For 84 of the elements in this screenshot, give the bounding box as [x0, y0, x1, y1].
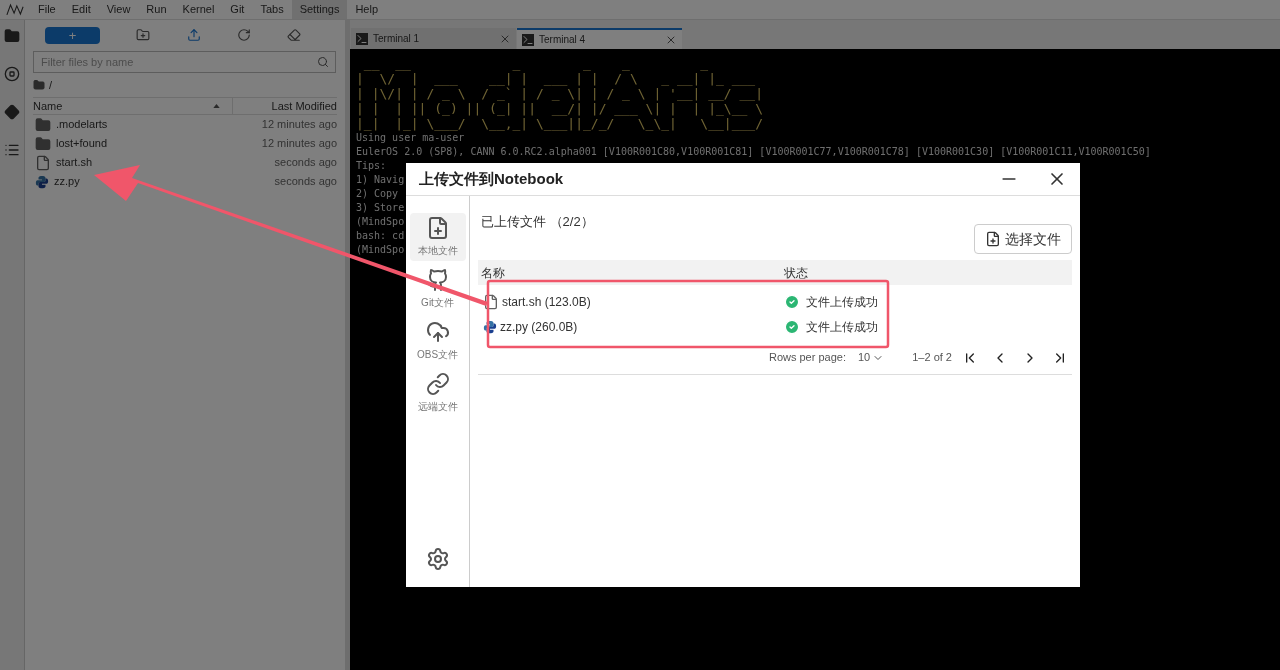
- file-modified: seconds ago: [274, 155, 337, 171]
- terminal-line: 3) Store: [356, 201, 405, 215]
- choose-file-button[interactable]: 选择文件: [974, 224, 1072, 254]
- file-modified: seconds ago: [274, 174, 337, 190]
- eraser-icon[interactable]: [287, 28, 301, 42]
- menu-item[interactable]: Settings: [291, 0, 348, 19]
- terminal-icon: [522, 33, 534, 46]
- column-header: 状态: [784, 264, 808, 282]
- column-header[interactable]: Last Modified: [232, 97, 337, 115]
- source-label: 本地文件: [417, 244, 458, 258]
- menu-item[interactable]: Help: [347, 0, 387, 19]
- terminal-line: (MindSpo: [356, 215, 405, 229]
- folder-icon: [35, 135, 51, 152]
- refresh-icon[interactable]: [236, 28, 251, 42]
- menu-item[interactable]: Git: [222, 0, 253, 19]
- source-tab[interactable]: 本地文件: [409, 213, 466, 261]
- source-label: 远端文件: [417, 400, 458, 414]
- link-icon: [425, 372, 450, 396]
- tab-label: Terminal 1: [373, 32, 421, 46]
- terminal-line: EulerOS 2.0 (SP8), CANN 6.0.RC2.alpha001 [V100R001C80,V100R001C81] [V100R001C77,V100R001C78] [V100R001C30] [V100R001C11,V100R001C50]: [356, 145, 1151, 159]
- file-icon: [35, 154, 51, 171]
- terminal-line: bash: cd: [356, 229, 405, 243]
- terminal-line: Tips:: [356, 159, 387, 173]
- menu-item[interactable]: Kernel: [174, 0, 223, 19]
- file-row[interactable]: .modelarts 12 minutes ago: [33, 115, 337, 134]
- file-icon: [483, 293, 499, 310]
- source-tab[interactable]: OBS文件: [409, 317, 466, 365]
- terminal-tab[interactable]: Terminal 1: [351, 28, 516, 49]
- folder-icon: [35, 116, 51, 133]
- column-header: 名称: [481, 264, 506, 282]
- terminal-icon: [356, 32, 368, 45]
- menu-item[interactable]: File: [30, 0, 64, 19]
- menu-item[interactable]: Run: [138, 0, 175, 19]
- file-name: start.sh: [56, 155, 94, 171]
- file-plus-icon: [985, 231, 1001, 247]
- new-folder-icon[interactable]: [136, 28, 151, 42]
- terminal-line: 1) Navig: [356, 173, 405, 187]
- stop-circle-icon[interactable]: [4, 66, 20, 82]
- settings-icon[interactable]: [425, 547, 450, 571]
- dialog-title: 上传文件到Notebook: [419, 168, 565, 189]
- terminal-line: Using user ma-user: [356, 131, 465, 145]
- column-header[interactable]: Name: [33, 97, 213, 115]
- menu-item[interactable]: Tabs: [252, 0, 292, 19]
- source-label: Git文件: [421, 296, 454, 310]
- file-row[interactable]: zz.py seconds ago: [33, 172, 337, 191]
- terminal-line: 2) Copy: [356, 187, 399, 201]
- rows-per-page-select[interactable]: 10: [858, 349, 885, 366]
- source-label: OBS文件: [416, 348, 459, 362]
- sort-ascending-icon[interactable]: [213, 104, 220, 108]
- tab-label: Terminal 4: [539, 33, 587, 47]
- page-range: 1–2 of 2: [912, 350, 952, 366]
- file-name: lost+found: [56, 136, 109, 152]
- breadcrumb-path[interactable]: /: [49, 76, 53, 94]
- file-name: .modelarts: [56, 117, 109, 133]
- ascii-art-text: __ __ _ _ _ _ | \/ | ___ __| | ___ | | / \ _ __| |_ ___ | |\/| | / _ \ / _` | / _ \| | / _ \ | '__| __/ __| | | | || (_) || (_| || __/| |/ ___ \| | | |_\__ \ |_| |_| \___/ \__,_| \___||_/_/ \_\_| \__|___/: [356, 56, 763, 131]
- file-modified: 12 minutes ago: [261, 136, 337, 152]
- file-modified: 12 minutes ago: [261, 117, 337, 133]
- terminal-tab[interactable]: Terminal 4: [517, 28, 682, 49]
- search-icon: [317, 56, 329, 68]
- menu-item[interactable]: Edit: [63, 0, 99, 19]
- source-tab[interactable]: 远端文件: [409, 369, 466, 417]
- diamond-icon[interactable]: [4, 104, 20, 120]
- python-icon: [483, 319, 497, 334]
- success-icon: [784, 318, 800, 335]
- cloud-upload-icon: [425, 320, 450, 344]
- file-row[interactable]: start.sh seconds ago: [33, 153, 337, 172]
- uploaded-heading: 已上传文件 （2/2）: [480, 213, 594, 231]
- menu-item[interactable]: View: [98, 0, 139, 19]
- file-row[interactable]: lost+found 12 minutes ago: [33, 134, 337, 153]
- upload-file-name: zz.py (260.0B): [500, 318, 578, 336]
- folder-icon[interactable]: [4, 28, 20, 44]
- list-icon[interactable]: [4, 142, 20, 158]
- upload-icon[interactable]: [186, 28, 201, 42]
- success-icon: [784, 293, 800, 310]
- upload-file-name: start.sh (123.0B): [502, 293, 591, 311]
- upload-status: 文件上传成功: [806, 293, 878, 311]
- rows-per-page-label: Rows per page:: [768, 350, 846, 366]
- upload-status: 文件上传成功: [806, 318, 878, 336]
- folder-icon: [33, 79, 45, 91]
- terminal-line: (MindSpo: [356, 243, 405, 257]
- file-name: zz.py: [54, 174, 81, 190]
- new-launcher-button[interactable]: +: [45, 26, 100, 44]
- python-icon: [35, 174, 49, 189]
- logo-icon: [6, 3, 24, 16]
